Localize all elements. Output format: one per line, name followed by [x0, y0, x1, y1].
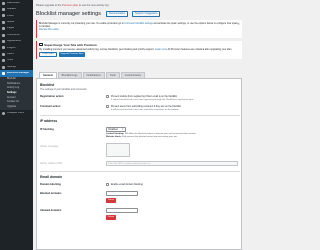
brush-icon — [2, 40, 5, 44]
sidebar-submenu: Blocklist Notifications Activity Log Set… — [0, 76, 33, 111]
users-icon — [2, 52, 5, 56]
premium-text: By installing premium you receive: advan… — [39, 47, 155, 51]
comment-icon — [2, 33, 5, 37]
redirect-url-input[interactable]: Enter the URL to redirect blocked visito… — [106, 161, 238, 167]
visitor-message-textarea[interactable] — [106, 143, 130, 158]
notice-text-part: and activate the spam settings, or use — [153, 21, 194, 25]
domain-blocking-checkbox[interactable] — [106, 182, 110, 187]
comment-action-checkbox[interactable] — [106, 104, 110, 109]
visitor-message-label: Visitor message — [40, 145, 59, 149]
sidebar-item-label: Posts — [7, 14, 14, 17]
domain-blocking-text: Enable email domain blocking — [111, 183, 143, 187]
collapse-label: Collapse menu — [7, 111, 25, 114]
plugin-icon — [2, 46, 5, 50]
sidebar-item-label: Settings — [7, 65, 17, 68]
allowed-domains-label: Allowed domains — [40, 209, 62, 213]
comment-settings-link[interactable]: Comment blocklist settings — [124, 22, 152, 25]
section-title-blocklist: Blocklist — [40, 83, 55, 88]
sidebar-item-label: Comments — [7, 33, 20, 36]
website-block-text: Fully prevent the blocked visitor from a… — [122, 136, 178, 139]
blocked-domains-delete-button[interactable]: Delete — [106, 198, 116, 203]
notice-text-part: Blocklist Manager is currently not prote… — [39, 21, 124, 25]
redirect-url-label: Visitor redirect URL — [40, 162, 63, 166]
sidebar-item-label: Users — [7, 53, 14, 56]
premium-plan-link[interactable]: Premium plan — [62, 4, 78, 7]
registration-action-label: Registration action — [40, 95, 64, 99]
wrench-icon — [2, 59, 5, 63]
sidebar-item-label: Blocklist Manager — [7, 72, 30, 75]
section-title-ip: IP address — [40, 119, 58, 124]
allowed-domains-delete-button[interactable]: Delete — [106, 215, 116, 220]
blocked-domains-input[interactable] — [106, 191, 138, 197]
support-button[interactable]: Support / Suggestion — [132, 11, 161, 17]
shield-icon — [2, 71, 5, 75]
website-block-label: Website block: — [106, 136, 122, 139]
blocked-domains-label: Blocked domains — [40, 192, 62, 196]
settings-icon — [2, 65, 5, 69]
premium-title-text: Supercharge Your Site with Premium — [44, 42, 97, 47]
documentation-button[interactable]: Documentation — [106, 11, 129, 17]
dashboard-icon — [2, 1, 5, 5]
close-icon[interactable]: ✕ — [237, 22, 240, 26]
trial-banner: Please upgrade to the Premium plan to us… — [36, 4, 156, 7]
pin-icon — [2, 14, 5, 18]
checkbox-icon — [39, 43, 43, 47]
sidebar-item-label: Appearance — [7, 40, 21, 43]
registration-action-text: Prevent visitors from registering if the… — [111, 95, 178, 99]
ip-blocking-select[interactable]: Disabled ▼ — [106, 127, 126, 133]
sidebar-item-label: Jetpack — [7, 8, 16, 11]
premium-text-2: All Premium features are unlocked after … — [167, 47, 233, 51]
page-title: Blocklist manager settings — [36, 11, 101, 17]
admin-sidebar: Dashboard Jetpack Posts Media Pages Comm… — [0, 0, 33, 250]
sidebar-item-label: Pages — [7, 27, 15, 30]
page-icon — [2, 27, 5, 31]
ip-blocking-label: IP blocking — [40, 128, 54, 132]
protection-notice: Blocklist Manager is currently not prote… — [36, 20, 242, 38]
learn-more-link[interactable]: Learn more — [155, 48, 167, 51]
domain-blocking-label: Domain blocking — [40, 183, 61, 187]
comment-action-text: Prevent users from submitting comment if… — [111, 105, 181, 109]
settings-panel: Blocklist The settings of your blocklist… — [36, 78, 242, 250]
jetpack-icon — [2, 8, 5, 12]
comment-action-desc: It will prevent blocked users from submi… — [111, 108, 180, 111]
allowed-domains-input[interactable] — [106, 208, 138, 214]
upgrade-premium-button[interactable]: Upgrade Premium Now — [58, 52, 86, 57]
ip-blocking-desc: Limited blocking: Will allow the blocked… — [106, 133, 238, 139]
notice-text: Blocklist Manager is currently not prote… — [39, 22, 240, 29]
learn-more-button[interactable]: Learn more — [39, 52, 57, 57]
registration-action-desc: It will prevent blocked users from regis… — [111, 98, 194, 101]
dismiss-link[interactable]: Dismiss this notice — [39, 28, 240, 31]
sidebar-item-label: Plugins — [7, 46, 16, 49]
chevron-down-icon: ▼ — [121, 129, 124, 132]
section-title-email: Email domain — [40, 175, 63, 180]
ip-blocking-value: Disabled — [108, 128, 118, 132]
collapse-icon — [2, 111, 5, 115]
sidebar-item-label: Dashboard — [7, 1, 20, 4]
comment-action-label: Comment action — [40, 105, 61, 109]
premium-notice-buttons: Learn more Upgrade Premium Now — [39, 52, 239, 57]
submenu-item-upgrade[interactable]: Upgrade — [0, 105, 33, 110]
sidebar-item-label: Tools — [7, 59, 14, 62]
trial-text: Please upgrade to the — [36, 4, 62, 7]
sidebar-item-label: Media — [7, 21, 15, 24]
main-content: Please upgrade to the Premium plan to us… — [36, 0, 242, 250]
registration-action-checkbox[interactable] — [106, 94, 110, 99]
media-icon — [2, 20, 5, 24]
section-desc-blocklist: The settings of your blocklist and comme… — [40, 88, 88, 92]
premium-notice-title: Supercharge Your Site with Premium — [39, 43, 239, 47]
trial-tail: to use the new activity log — [78, 4, 109, 7]
premium-notice: Supercharge Your Site with Premium By in… — [36, 41, 242, 59]
collapse-menu-button[interactable]: Collapse menu — [0, 110, 33, 116]
premium-notice-text: By installing premium you receive: advan… — [39, 48, 239, 51]
